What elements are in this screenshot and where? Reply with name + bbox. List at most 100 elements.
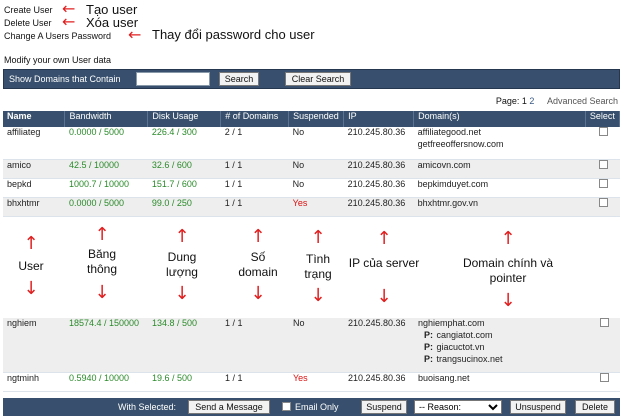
label-line: Tình [305, 252, 330, 266]
suspended-cell: No [288, 178, 344, 198]
disk-cell: 134.8 / 500 [148, 318, 221, 373]
select-checkbox[interactable] [599, 159, 609, 169]
user-name-link[interactable]: bhxhtmr [3, 197, 65, 217]
change-password-link[interactable]: Change A Users Password [4, 31, 111, 41]
arrow-up-icon: ↑ [250, 226, 266, 247]
ip-cell: 210.245.80.36 [343, 178, 414, 198]
column-header-domains-list[interactable]: Domain(s) [413, 111, 586, 127]
pointer-domain[interactable]: giacuctot.vn [437, 342, 485, 352]
bandwidth-cell: 42.5 / 10000 [64, 159, 148, 179]
arrow-left-icon: ← [128, 25, 142, 44]
table-row: nghiem 18574.4 / 150000 134.8 / 500 1 / … [3, 318, 620, 373]
ip-cell: 210.245.80.36 [343, 197, 414, 217]
column-header-bandwidth[interactable]: Bandwidth [64, 111, 149, 127]
page-link-2[interactable]: 2 [529, 96, 534, 106]
arrow-up-icon: ↑ [500, 228, 516, 249]
bulk-action-bar: With Selected: Send a Message Email Only… [3, 398, 620, 416]
label-domains: Số domain [228, 250, 288, 280]
domains-count-cell: 1 / 1 [220, 197, 289, 217]
table-row: amico 42.5 / 10000 32.6 / 600 1 / 1 No 2… [3, 159, 620, 179]
column-header-domains[interactable]: # of Domains [220, 111, 290, 127]
search-label: Show Domains that Contain [9, 74, 121, 84]
user-name-link[interactable]: ngtminh [3, 372, 65, 392]
search-bar: Show Domains that Contain Search Clear S… [3, 69, 620, 89]
label-line: domain [238, 265, 278, 279]
column-header-name[interactable]: Name [3, 111, 66, 127]
disk-cell: 151.7 / 600 [147, 178, 221, 198]
bandwidth-cell: 0.0000 / 5000 [64, 127, 148, 160]
arrow-down-icon: ↓ [310, 285, 326, 306]
select-checkbox[interactable] [599, 178, 609, 188]
ip-cell: 210.245.80.36 [344, 372, 414, 392]
suspended-cell: No [288, 159, 344, 179]
domains-count-cell: 2 / 1 [220, 127, 289, 160]
column-header-suspended[interactable]: Suspended [288, 111, 345, 127]
select-checkbox[interactable] [600, 372, 609, 382]
label-line: Số [250, 250, 266, 264]
arrow-up-icon: ↑ [376, 228, 392, 249]
domain-link[interactable]: getfreeoffersnow.com [418, 139, 582, 149]
column-header-ip[interactable]: IP [343, 111, 415, 127]
advanced-search-link[interactable]: Advanced Search [547, 96, 618, 106]
disk-cell: 226.4 / 300 [147, 127, 221, 160]
table-row: bhxhtmr 0.0000 / 5000 99.0 / 250 1 / 1 Y… [3, 197, 620, 217]
pointer-domain[interactable]: trangsucinox.net [437, 354, 503, 364]
column-header-disk-usage[interactable]: Disk Usage [147, 111, 222, 127]
table-row: ngtminh 0.5940 / 10000 19.6 / 500 1 / 1 … [3, 372, 620, 392]
select-checkbox[interactable] [599, 127, 609, 136]
pointer-prefix: P: [424, 354, 433, 364]
label-line: Dung [167, 250, 197, 264]
domain-link[interactable]: bepkimduyet.com [413, 178, 586, 198]
suspended-cell: Yes [289, 372, 344, 392]
domains-count-cell: 1 / 1 [220, 178, 289, 198]
arrow-up-icon: ↑ [310, 227, 326, 248]
arrow-left-icon: ← [62, 12, 76, 31]
delete-user-link[interactable]: Delete User [4, 18, 52, 28]
pointer-prefix: P: [424, 330, 433, 340]
bandwidth-cell: 0.5940 / 10000 [65, 372, 148, 392]
label-line: thông [86, 262, 118, 276]
label-domain: Domain chính và pointer [450, 256, 566, 286]
send-message-button[interactable]: Send a Message [188, 400, 270, 414]
domain-cell: nghiemphat.com P: cangiatot.com P: giacu… [414, 318, 586, 373]
table-header: Name Bandwidth Disk Usage # of Domains S… [3, 111, 621, 127]
arrow-down-icon: ↓ [250, 283, 266, 304]
pointer-domain[interactable]: cangiatot.com [437, 330, 493, 340]
arrow-down-icon: ↓ [500, 290, 516, 311]
label-bandwidth: Băng thông [77, 247, 127, 277]
user-name-link[interactable]: affiliateg [3, 127, 65, 160]
select-checkbox[interactable] [599, 197, 609, 207]
user-name-link[interactable]: amico [3, 159, 65, 179]
domain-link[interactable]: buoisang.net [414, 372, 586, 392]
pointer-item: P: giacuctot.vn [418, 342, 582, 352]
modify-user-data-link[interactable]: Modify your own User data [4, 55, 111, 65]
column-header-select: Select [585, 111, 621, 127]
unsuspend-button[interactable]: Unsuspend [510, 400, 566, 414]
bandwidth-cell: 18574.4 / 150000 [65, 318, 148, 373]
page-current: 1 [521, 96, 527, 106]
search-button[interactable]: Search [219, 72, 259, 86]
label-line: pointer [489, 271, 527, 285]
domain-link[interactable]: amicovn.com [413, 159, 586, 179]
pagination: Page: 1 2 Advanced Search [496, 96, 618, 106]
delete-button[interactable]: Delete [575, 400, 615, 414]
email-only-checkbox[interactable] [282, 402, 291, 411]
suspended-cell: No [288, 127, 344, 160]
reason-select[interactable]: -- Reason: [414, 400, 502, 414]
user-name-link[interactable]: bepkd [3, 178, 65, 198]
select-checkbox[interactable] [600, 318, 609, 327]
clear-search-button[interactable]: Clear Search [285, 72, 351, 86]
domain-link[interactable]: bhxhtmr.gov.vn [413, 197, 586, 217]
suspend-button[interactable]: Suspend [361, 400, 407, 414]
user-name-link[interactable]: nghiem [3, 318, 65, 373]
arrow-down-icon: ↓ [174, 283, 190, 304]
table-row: bepkd 1000.7 / 10000 151.7 / 600 1 / 1 N… [3, 178, 620, 198]
suspended-cell: No [289, 318, 344, 373]
label-status: Tình trạng [293, 252, 343, 282]
domain-link[interactable]: affiliategood.net [418, 127, 481, 137]
ip-cell: 210.245.80.36 [343, 159, 414, 179]
domain-link[interactable]: nghiemphat.com [418, 318, 485, 328]
create-user-link[interactable]: Create User [4, 5, 53, 15]
arrow-down-icon: ↓ [376, 286, 392, 307]
search-input[interactable] [136, 72, 210, 86]
